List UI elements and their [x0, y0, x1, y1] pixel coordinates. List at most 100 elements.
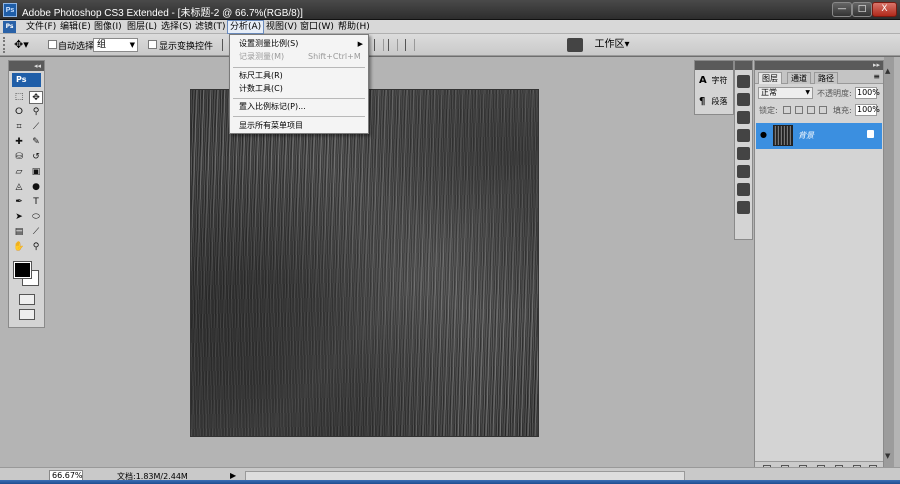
path-select-icon[interactable]: ➤ [12, 211, 26, 224]
menu-filter[interactable]: 滤镜(T) [193, 21, 228, 33]
styles-icon[interactable] [737, 147, 750, 160]
menu-select[interactable]: 选择(S) [159, 21, 194, 33]
fill-input[interactable]: 100% [855, 104, 880, 116]
color-swatches [12, 260, 41, 290]
info-icon[interactable] [737, 111, 750, 124]
paragraph-panel-button[interactable]: ¶ 段落 [695, 91, 733, 112]
menu-file[interactable]: 文件(F) [24, 21, 58, 33]
history-brush-icon[interactable]: ↺ [29, 151, 43, 164]
histogram-icon[interactable] [737, 93, 750, 106]
grip-handle[interactable] [3, 37, 7, 53]
os-taskbar [0, 480, 900, 484]
blend-mode-select[interactable]: 正常 ▼ [758, 87, 813, 99]
app-logo: Ps [3, 3, 17, 17]
char-para-panel: A 字符 ¶ 段落 [694, 60, 734, 115]
menu-view[interactable]: 视图(V) [264, 21, 299, 33]
opacity-label: 不透明度: [817, 89, 852, 98]
zoom-tool-icon[interactable]: ⚲ [29, 241, 43, 254]
lasso-tool-icon[interactable]: ⵔ [12, 106, 26, 119]
panel-header [735, 61, 752, 70]
layers-panel: ▸▸ 图层 通道 路径 ≡ 正常 ▼ 不透明度: 100% 锁定: 填充: 10… [754, 60, 884, 476]
notes-tool-icon[interactable]: ▤ [12, 226, 26, 239]
panel-collapse-icon[interactable]: ▸▸ [755, 61, 883, 70]
menu-image[interactable]: 图像(I) [92, 21, 124, 33]
lock-pixels-icon[interactable] [795, 106, 803, 114]
actions-icon[interactable] [737, 183, 750, 196]
layer-row-background[interactable]: ● 背景 [756, 123, 882, 149]
foreground-color-swatch[interactable] [13, 261, 32, 279]
navigator-icon[interactable] [737, 75, 750, 88]
minimize-button[interactable]: — [832, 2, 852, 17]
move-tool-icon[interactable]: ✥ [29, 91, 43, 104]
visibility-eye-icon[interactable]: ● [760, 131, 768, 139]
hand-tool-icon[interactable]: ✋ [12, 241, 26, 254]
workspace-button[interactable]: 工作区▾ [592, 37, 632, 53]
slice-tool-icon[interactable]: ⟋ [29, 121, 43, 134]
tab-channels[interactable]: 通道 [787, 72, 811, 84]
toolbox-logo[interactable]: Ps [12, 73, 41, 87]
crop-tool-icon[interactable]: ⌗ [12, 121, 26, 134]
close-button[interactable]: X [872, 2, 897, 17]
menu-item-ruler-tool[interactable]: 标尺工具(R) [230, 70, 368, 82]
screen-mode-button[interactable] [18, 309, 35, 320]
align-center-icon[interactable] [374, 39, 384, 51]
lock-transparent-icon[interactable] [783, 106, 791, 114]
menu-item-show-all-menu-items[interactable]: 显示所有菜单项目 [230, 120, 368, 132]
marquee-tool-icon[interactable]: ⬚ [12, 91, 26, 104]
magic-wand-tool-icon[interactable]: ⚲ [29, 106, 43, 119]
menu-analysis[interactable]: 分析(A) [227, 20, 265, 34]
menu-item-place-scale-marker[interactable]: 置入比例标记(P)... [230, 101, 368, 113]
menu-layer[interactable]: 图层(L) [125, 21, 159, 33]
auto-select-checkbox[interactable] [48, 40, 57, 49]
eyedropper-tool-icon[interactable]: ⟋ [29, 226, 43, 239]
tab-layers[interactable]: 图层 [758, 72, 782, 84]
healing-brush-icon[interactable]: ✚ [12, 136, 26, 149]
show-transform-label: 显示变换控件 [159, 42, 214, 52]
opacity-input[interactable]: 100% [855, 87, 880, 99]
document-canvas[interactable] [190, 89, 539, 437]
lock-all-icon[interactable] [819, 106, 827, 114]
eraser-tool-icon[interactable]: ▱ [12, 166, 26, 179]
app-mini-logo: Ps [3, 21, 16, 33]
menu-separator [233, 67, 365, 68]
show-transform-checkbox[interactable] [148, 40, 157, 49]
menu-window[interactable]: 窗口(W) [298, 21, 336, 33]
scroll-down-arrow-icon[interactable]: ▼ [885, 452, 890, 460]
move-tool-icon[interactable]: ✥▾ [14, 38, 40, 52]
pen-tool-icon[interactable]: ✒ [12, 196, 26, 209]
distribute-icon[interactable] [388, 39, 398, 51]
bridge-icon[interactable] [567, 38, 583, 52]
gradient-tool-icon[interactable]: ▣ [29, 166, 43, 179]
menu-help[interactable]: 帮助(H) [336, 21, 372, 33]
toolbox-collapse-icon[interactable]: ◂◂ [9, 61, 44, 71]
character-icon: A [699, 75, 707, 86]
shape-tool-icon[interactable]: ⬭ [29, 211, 43, 224]
clone-stamp-icon[interactable]: ⛁ [12, 151, 26, 164]
menu-item-count-tool[interactable]: 计数工具(C) [230, 83, 368, 95]
menu-bar: Ps 文件(F) 编辑(E) 图像(I) 图层(L) 选择(S) 滤镜(T) 分… [0, 20, 900, 34]
auto-select-dropdown[interactable]: 组 ▼ [93, 38, 138, 52]
brush-tool-icon[interactable]: ✎ [29, 136, 43, 149]
options-bar: ✥▾ 自动选择: 组 ▼ 显示变换控件 工作区▾ [0, 34, 900, 56]
auto-align-icon[interactable] [405, 39, 415, 51]
quick-mask-button[interactable] [18, 294, 35, 305]
lock-position-icon[interactable] [807, 106, 815, 114]
tool-presets-icon[interactable] [737, 201, 750, 214]
scroll-up-arrow-icon[interactable]: ▲ [885, 67, 890, 75]
vertical-scrollbar[interactable]: ▲ ▼ [884, 57, 894, 467]
menu-separator [233, 98, 365, 99]
blur-tool-icon[interactable]: ◬ [12, 181, 26, 194]
menu-item-label: 显示所有菜单项目 [239, 121, 303, 130]
tab-paths[interactable]: 路径 [814, 72, 838, 84]
character-panel-button[interactable]: A 字符 [695, 70, 733, 91]
swatches-icon[interactable] [737, 129, 750, 142]
status-arrow-icon[interactable]: ▶ [230, 471, 236, 480]
type-tool-icon[interactable]: T [29, 196, 43, 209]
menu-edit[interactable]: 编辑(E) [58, 21, 93, 33]
menu-item-set-measurement-scale[interactable]: 设置测量比例(S) ▶ [230, 38, 368, 50]
panel-menu-icon[interactable]: ≡ [873, 72, 880, 81]
chevron-down-icon: ▼ [129, 41, 135, 49]
dodge-tool-icon[interactable]: ● [29, 181, 43, 194]
history-icon[interactable] [737, 165, 750, 178]
maximize-button[interactable]: □ [852, 2, 872, 17]
